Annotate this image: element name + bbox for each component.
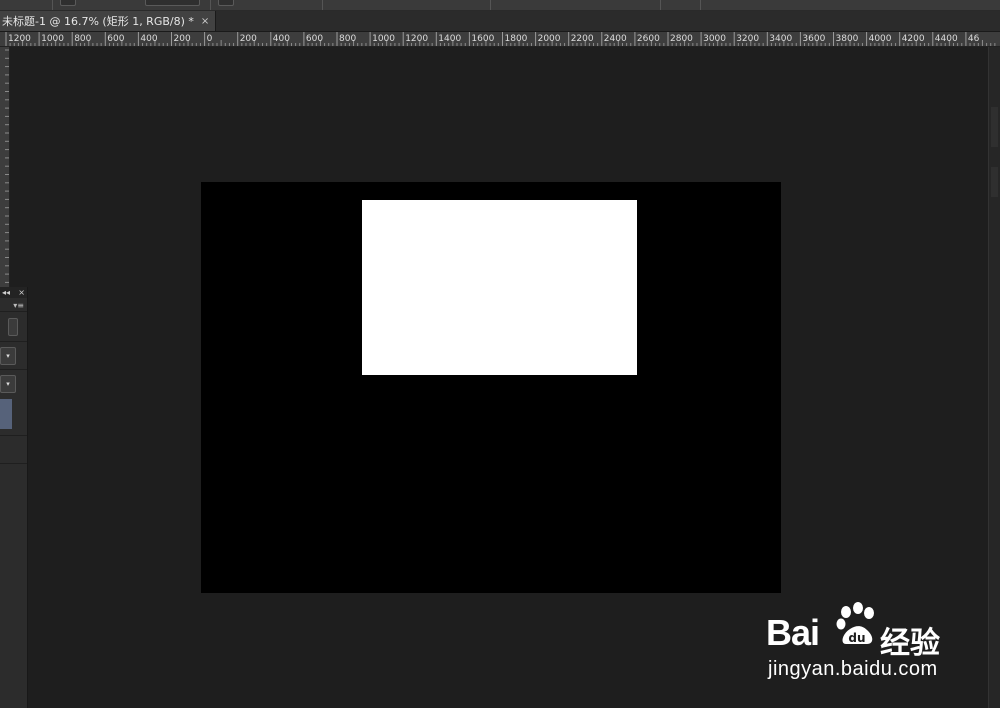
options-separator <box>660 0 661 10</box>
ruler-tick-label: 200 <box>174 34 191 44</box>
selected-layer-row[interactable] <box>0 399 12 429</box>
vertical-ruler-ticks <box>5 49 9 283</box>
ruler-tick-label: 1000 <box>372 34 395 44</box>
ruler-tick-label: 4000 <box>869 34 892 44</box>
ruler-tick-label: 800 <box>339 34 356 44</box>
ruler-tick-label: 2600 <box>637 34 660 44</box>
close-panel-icon[interactable]: × <box>18 288 25 297</box>
options-separator <box>322 0 323 10</box>
panel-divider <box>0 311 27 312</box>
ruler-tick-label: 2400 <box>604 34 627 44</box>
panel-divider <box>0 369 27 370</box>
ruler-tick-label: 4400 <box>935 34 958 44</box>
chevron-down-icon: ▾ <box>6 380 10 388</box>
ruler-ticks: 1200 1000 800 600 400 200 0 200 400 600 800 1000 120… <box>5 32 996 46</box>
ruler-tick-label: 600 <box>107 34 124 44</box>
options-separator <box>210 0 211 10</box>
ruler-tick-label: 46 <box>968 34 980 44</box>
ruler-tick-label: 400 <box>273 34 290 44</box>
rectangle-shape-layer[interactable] <box>362 200 637 375</box>
ruler-tick-label: 200 <box>240 34 257 44</box>
scroll-segment <box>991 107 998 147</box>
watermark-url: jingyan.baidu.com <box>768 658 938 680</box>
panel-menu-icon[interactable]: ▾≡ <box>13 301 24 310</box>
panel-divider <box>0 341 27 342</box>
options-control[interactable] <box>218 0 234 6</box>
svg-text:du: du <box>848 631 865 645</box>
right-scrollbar[interactable] <box>988 47 1000 708</box>
ruler-tick-label: 3400 <box>769 34 792 44</box>
ruler-tick-label: 2000 <box>538 34 561 44</box>
ruler-tick-label: 600 <box>306 34 323 44</box>
document-canvas[interactable] <box>201 182 781 593</box>
blend-mode-dropdown[interactable]: ▾ <box>0 347 16 365</box>
options-separator <box>700 0 701 10</box>
document-tab[interactable]: 未标题-1 @ 16.7% (矩形 1, RGB/8) * × <box>0 11 216 31</box>
ruler-tick-label: 400 <box>140 34 157 44</box>
ruler-tick-label: 4200 <box>902 34 925 44</box>
options-control[interactable] <box>60 0 76 6</box>
options-separator <box>52 0 53 10</box>
ruler-tick-label: 1400 <box>438 34 461 44</box>
ruler-tick-label: 3600 <box>802 34 825 44</box>
ruler-tick-label: 2800 <box>670 34 693 44</box>
ruler-tick-label: 3800 <box>836 34 859 44</box>
horizontal-ruler[interactable]: 1200 1000 800 600 400 200 0 200 400 600 800 1000 120… <box>0 32 1000 47</box>
ruler-tick-label: 3200 <box>736 34 759 44</box>
watermark-suffix: 经验 <box>880 627 940 660</box>
panel-divider <box>0 435 27 436</box>
document-tab-strip: 未标题-1 @ 16.7% (矩形 1, RGB/8) * × <box>0 11 1000 32</box>
baidu-jingyan-watermark: Bai du 经验 jingyan.baidu.com <box>766 598 956 690</box>
ruler-tick-label: 1600 <box>471 34 494 44</box>
paw-logo-icon: du <box>836 602 874 645</box>
ruler-tick-label: 1200 <box>8 34 31 44</box>
options-field[interactable] <box>145 0 200 6</box>
ruler-tick-label: 3000 <box>703 34 726 44</box>
ruler-tick-label: 1200 <box>405 34 428 44</box>
panel-header: ◂◂ × <box>0 287 27 298</box>
collapse-panel-icon[interactable]: ◂◂ <box>2 288 10 297</box>
opacity-slider-handle[interactable] <box>8 318 18 336</box>
options-separator <box>490 0 491 10</box>
ruler-tick-label: 1000 <box>41 34 64 44</box>
panel-divider <box>0 463 27 464</box>
chevron-down-icon: ▾ <box>6 352 10 360</box>
document-tab-title: 未标题-1 @ 16.7% (矩形 1, RGB/8) * <box>2 15 194 28</box>
close-tab-icon[interactable]: × <box>201 16 209 27</box>
ruler-tick-label: 0 <box>207 34 213 44</box>
ruler-tick-label: 800 <box>74 34 91 44</box>
options-bar <box>0 0 1000 11</box>
watermark-brand: Bai <box>766 612 820 653</box>
layers-panel: ◂◂ × ▾≡ ▾ ▾ <box>0 287 28 708</box>
scroll-segment <box>991 167 998 197</box>
vertical-ruler[interactable] <box>0 47 10 287</box>
ruler-tick-label: 1800 <box>505 34 528 44</box>
ruler-tick-label: 2200 <box>571 34 594 44</box>
filter-dropdown[interactable]: ▾ <box>0 375 16 393</box>
